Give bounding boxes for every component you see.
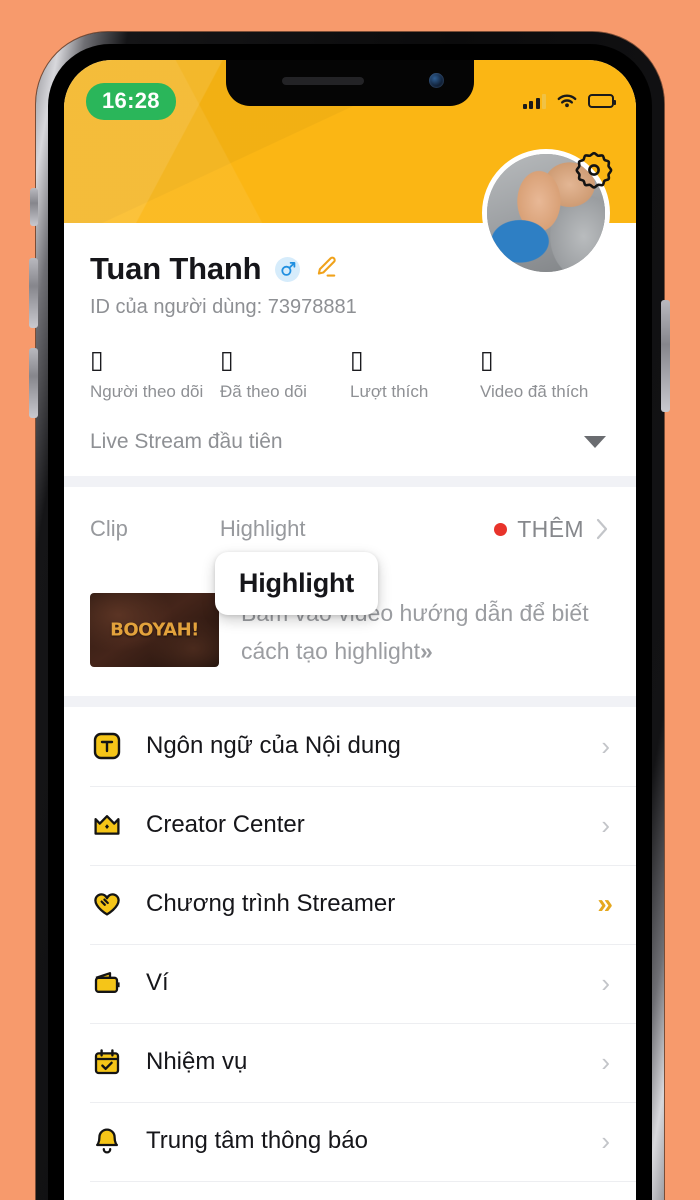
tab-clip[interactable]: Clip xyxy=(90,516,128,542)
stat-liked-videos[interactable]: ▯ Video đã thích xyxy=(480,345,610,402)
profile-stats-row: ▯ Người theo dõi ▯ Đã theo dõi ▯ Lượt th… xyxy=(90,319,610,406)
stat-label: Người theo dõi xyxy=(90,382,204,402)
chevron-right-icon: › xyxy=(601,968,610,999)
banner-text-line-2: cách tạo highlight xyxy=(241,637,421,664)
chevron-right-icon: › xyxy=(601,1126,610,1157)
power-button[interactable] xyxy=(661,300,670,412)
settings-menu-list: Ngôn ngữ của Nội dung › Creator Center ›… xyxy=(64,706,636,1182)
crown-icon xyxy=(90,808,124,842)
signal-bars-icon xyxy=(522,93,546,109)
tab-highlight[interactable]: Highlight xyxy=(220,516,306,542)
stat-label: Video đã thích xyxy=(480,382,589,402)
stat-value: ▯ xyxy=(350,345,364,374)
profile-user-id: ID của người dùng: 73978881 xyxy=(90,296,357,318)
menu-item-creator-center[interactable]: Creator Center › xyxy=(64,785,636,865)
wallet-icon xyxy=(90,966,124,1000)
front-camera-icon xyxy=(429,73,444,88)
menu-item-wallet[interactable]: Ví › xyxy=(64,943,636,1023)
more-label: THÊM xyxy=(517,515,584,542)
section-divider xyxy=(64,695,636,707)
livestream-label: Live Stream đầu tiên xyxy=(90,430,283,454)
menu-item-content-language[interactable]: Ngôn ngữ của Nội dung › xyxy=(64,707,636,786)
menu-item-label: Trung tâm thông báo xyxy=(146,1127,368,1155)
stat-following[interactable]: ▯ Đã theo dõi xyxy=(220,345,350,402)
calendar-check-icon xyxy=(90,1045,124,1079)
wifi-icon xyxy=(557,94,577,108)
stat-label: Đã theo dõi xyxy=(220,382,307,402)
double-chevron-right-icon: » xyxy=(420,637,433,664)
more-button[interactable]: THÊM xyxy=(494,516,610,543)
mute-switch-button[interactable] xyxy=(30,188,38,226)
stat-value: ▯ xyxy=(480,345,494,374)
battery-low-icon xyxy=(588,94,616,108)
menu-item-missions[interactable]: Nhiệm vụ › xyxy=(64,1022,636,1102)
gear-icon[interactable] xyxy=(574,150,614,190)
menu-item-label: Ngôn ngữ của Nội dung xyxy=(146,732,401,760)
volume-up-button[interactable] xyxy=(29,258,38,328)
heart-handshake-icon xyxy=(90,887,124,921)
status-time: 16:28 xyxy=(86,82,176,120)
chevron-right-icon: › xyxy=(601,1047,610,1078)
phone-notch xyxy=(226,60,474,106)
chevron-right-icon: › xyxy=(601,731,610,762)
page-title: Tuan Thanh xyxy=(90,251,262,286)
stat-label: Lượt thích xyxy=(350,382,429,402)
menu-item-label: Nhiệm vụ xyxy=(146,1048,248,1076)
volume-down-button[interactable] xyxy=(29,348,38,418)
status-icon-group xyxy=(522,92,616,110)
phone-screen: 16:28 Tuan Thanh ID của người dùng: 7397… xyxy=(64,60,636,1200)
highlight-tooltip[interactable]: Highlight xyxy=(215,552,378,615)
menu-item-notification-center[interactable]: Trung tâm thông báo › xyxy=(64,1101,636,1181)
red-dot-icon xyxy=(494,522,508,536)
stat-likes[interactable]: ▯ Lượt thích xyxy=(350,345,480,402)
bell-icon xyxy=(90,1124,124,1158)
menu-item-label: Creator Center xyxy=(146,811,305,839)
male-gender-icon xyxy=(275,256,301,282)
stat-followers[interactable]: ▯ Người theo dõi xyxy=(90,345,220,402)
highlight-tooltip-text: Highlight xyxy=(238,568,355,598)
stat-value: ▯ xyxy=(90,345,104,374)
section-divider xyxy=(64,476,636,488)
stat-value: ▯ xyxy=(220,345,234,374)
menu-item-label: Ví xyxy=(146,969,169,997)
pencil-edit-icon[interactable] xyxy=(314,255,338,284)
chevron-right-icon xyxy=(596,519,608,540)
menu-item-label: Chương trình Streamer xyxy=(146,890,396,918)
chevron-right-icon: › xyxy=(601,810,610,841)
earpiece-speaker-icon xyxy=(282,77,364,85)
banner-thumbnail-text: BOOYAH! xyxy=(110,619,199,641)
list-bottom-divider xyxy=(90,1180,636,1182)
double-chevron-right-icon: » xyxy=(597,888,612,920)
livestream-row[interactable]: Live Stream đầu tiên xyxy=(90,406,610,476)
language-t-icon xyxy=(90,729,124,763)
profile-section: Tuan Thanh ID của người dùng: 73978881 ▯… xyxy=(64,149,636,477)
caret-down-icon[interactable] xyxy=(584,436,606,449)
menu-item-streamer-program[interactable]: Chương trình Streamer » xyxy=(64,864,636,944)
banner-thumbnail[interactable]: BOOYAH! xyxy=(90,593,219,668)
